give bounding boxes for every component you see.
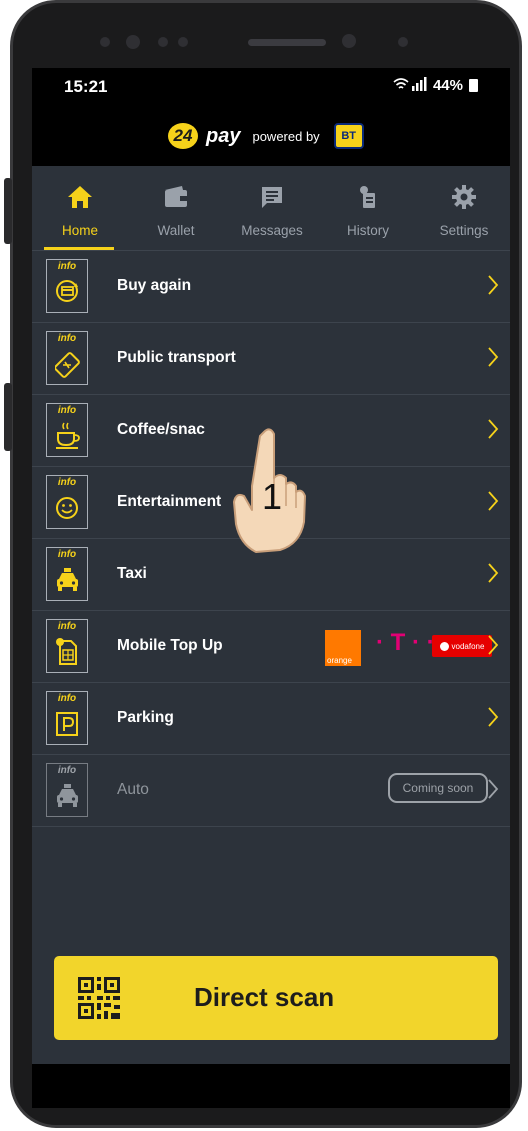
telekom-logo-text: T	[390, 629, 406, 656]
tab-home[interactable]: Home	[32, 166, 128, 250]
chevron-right-icon	[488, 419, 499, 439]
tab-home-label: Home	[61, 223, 98, 238]
gear-icon	[416, 184, 510, 210]
power-button	[4, 383, 12, 451]
tab-history-label: History	[346, 223, 389, 238]
menu-item-buy-again[interactable]: info Buy again	[32, 251, 510, 323]
menu-item-auto: info Auto Coming soon	[32, 755, 510, 827]
tab-messages[interactable]: Messages	[224, 166, 320, 250]
sensor-dot	[126, 35, 140, 49]
status-bar: 15:21 44%	[32, 68, 510, 108]
info-tag: info	[57, 405, 77, 416]
home-icon	[32, 184, 128, 210]
rebuy-card-icon	[56, 280, 78, 302]
wifi-signal-icon	[393, 77, 427, 94]
sensor-dot	[100, 37, 110, 47]
tab-settings[interactable]: Settings	[416, 166, 510, 250]
info-tag: info	[57, 621, 77, 632]
coffee-cup-icon	[56, 422, 80, 449]
chevron-right-icon	[488, 563, 499, 583]
message-icon	[224, 184, 320, 210]
tab-wallet-label: Wallet	[157, 223, 195, 238]
sensor-dot	[178, 37, 188, 47]
brand-header: 24 pay powered by BT	[32, 108, 510, 166]
sim-card-icon	[56, 638, 77, 665]
info-button[interactable]: info	[46, 259, 88, 313]
menu-item-parking[interactable]: info Parking	[32, 683, 510, 755]
menu-item-public-transport[interactable]: info Public transport	[32, 323, 510, 395]
info-tag: info	[57, 333, 77, 344]
sensor-dot	[158, 37, 168, 47]
info-tag: info	[57, 693, 77, 704]
ticket-icon	[55, 352, 80, 378]
orange-logo-text: orange	[327, 656, 352, 665]
coming-soon-badge: Coming soon	[388, 773, 488, 803]
battery-icon	[469, 79, 478, 92]
menu-label: Auto	[117, 781, 149, 798]
step-number: 1	[262, 476, 283, 517]
menu-label: Coffee/snac	[117, 421, 205, 438]
info-tag: info	[57, 477, 77, 488]
direct-scan-label: Direct scan	[194, 982, 335, 1012]
taxi-icon	[57, 568, 78, 591]
vodafone-dot-icon	[439, 641, 449, 651]
info-button[interactable]: info	[46, 331, 88, 385]
info-button[interactable]: info	[46, 691, 88, 745]
info-button[interactable]: info	[46, 619, 88, 673]
tab-history[interactable]: History	[320, 166, 416, 250]
sensor-dot	[398, 37, 408, 47]
active-tab-indicator	[44, 247, 114, 250]
chevron-right-icon	[488, 707, 499, 727]
menu-label: Public transport	[117, 349, 236, 366]
info-tag: info	[57, 765, 77, 776]
chevron-right-icon	[488, 347, 499, 367]
menu-item-mobile-top-up[interactable]: info Mobile Top Up orange · T · · vodafo…	[32, 611, 510, 683]
logo-pay-word: pay	[206, 124, 241, 147]
smiley-icon	[56, 497, 78, 519]
menu-label: Entertainment	[117, 493, 222, 510]
telekom-logo: · T · ·	[376, 629, 435, 656]
powered-by-text: powered by	[252, 128, 320, 144]
chevron-right-icon	[488, 275, 499, 295]
info-button[interactable]: info	[46, 403, 88, 457]
menu-label: Taxi	[117, 565, 147, 582]
chevron-right-icon	[488, 779, 499, 799]
chevron-right-icon	[488, 635, 499, 655]
battery-percent: 44%	[432, 77, 463, 94]
tab-messages-label: Messages	[241, 223, 303, 238]
receipt-icon	[320, 184, 416, 210]
system-nav-bar	[32, 1064, 510, 1108]
wallet-icon	[128, 184, 224, 210]
info-button[interactable]: info	[46, 547, 88, 601]
front-camera	[342, 34, 356, 48]
vodafone-logo: vodafone	[432, 635, 492, 657]
orange-logo: orange	[325, 630, 361, 666]
chevron-right-icon	[488, 491, 499, 511]
info-button: info	[46, 763, 88, 817]
info-button[interactable]: info	[46, 475, 88, 529]
phone-top-bezel	[22, 6, 506, 76]
logo-24-badge: 24	[168, 123, 198, 149]
app-screen: 15:21 44% 24 pay powered by BT Home Wall…	[32, 68, 510, 1108]
menu-label: Parking	[117, 709, 174, 726]
menu-label: Mobile Top Up	[117, 637, 223, 654]
direct-scan-button[interactable]: Direct scan	[54, 956, 498, 1040]
qr-code-icon	[78, 977, 120, 1019]
tab-wallet[interactable]: Wallet	[128, 166, 224, 250]
tab-settings-label: Settings	[439, 223, 489, 238]
earpiece-speaker	[248, 39, 326, 46]
menu-label: Buy again	[117, 277, 192, 294]
car-icon	[57, 784, 78, 807]
bt-logo: BT	[333, 123, 364, 149]
status-time: 15:21	[64, 77, 108, 96]
tab-bar: Home Wallet Messages History Settings	[32, 166, 510, 251]
vodafone-logo-text: vodafone	[451, 641, 485, 651]
parking-icon	[56, 712, 78, 736]
info-tag: info	[57, 549, 77, 560]
info-tag: info	[57, 261, 77, 272]
status-indicators: 44%	[393, 77, 478, 94]
brand-logo: 24 pay powered by BT	[168, 123, 364, 149]
volume-button	[4, 178, 12, 244]
